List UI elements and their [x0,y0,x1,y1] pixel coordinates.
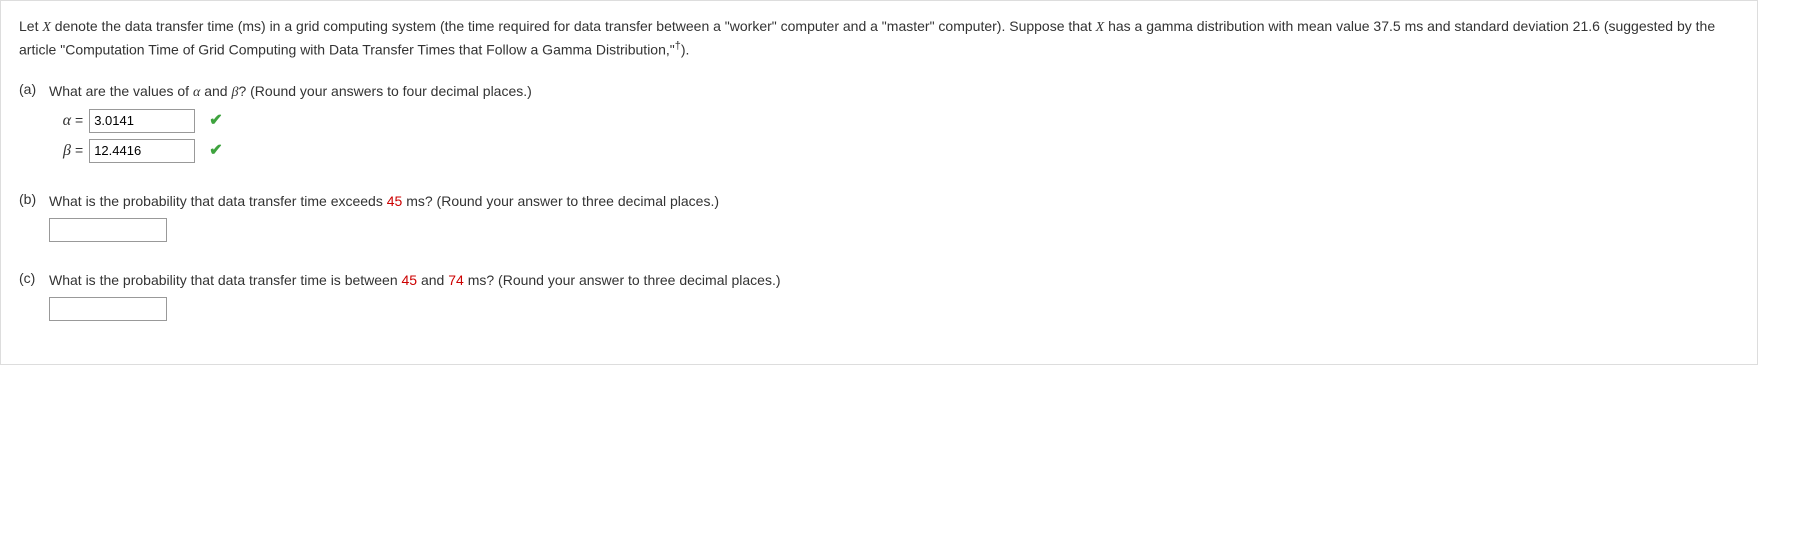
pa-text-3: ? (Round your answers to four decimal pl… [238,83,531,99]
pa-text-1: What are the values of [49,83,193,99]
part-c-input[interactable] [49,297,167,321]
problem-text-4: ). [681,42,690,58]
beta-label: β [49,139,71,163]
alpha-label: α [49,109,71,133]
problem-text-1: Let [19,18,42,34]
value-45b: 45 [402,272,418,288]
variable-x-2: X [1096,20,1105,35]
pb-text-2: ms? (Round your answer to three decimal … [402,193,719,209]
question-container: Let X denote the data transfer time (ms)… [0,0,1758,365]
part-c-label: (c) [19,270,49,286]
beta-input[interactable] [89,139,195,163]
part-b-label: (b) [19,191,49,207]
part-a: (a) What are the values of α and β ? (Rou… [19,81,1739,163]
part-b-question: What is the probability that data transf… [49,191,1739,242]
pb-text-1: What is the probability that data transf… [49,193,387,209]
part-a-question: What are the values of α and β ? (Round y… [49,81,1739,163]
part-a-label: (a) [19,81,49,97]
check-icon: ✔ [209,139,222,163]
pa-text-2: and [200,83,231,99]
value-74: 74 [448,272,464,288]
pc-text-3: ms? (Round your answer to three decimal … [464,272,781,288]
pc-text-1: What is the probability that data transf… [49,272,402,288]
value-45: 45 [387,193,403,209]
alpha-answer-row: α = ✔ [49,109,1739,133]
beta-answer-row: β = ✔ [49,139,1739,163]
alpha-input[interactable] [89,109,195,133]
problem-text-2: denote the data transfer time (ms) in a … [51,18,1096,34]
part-c-answer-row [49,297,1739,321]
variable-x: X [42,20,51,35]
part-c: (c) What is the probability that data tr… [19,270,1739,321]
problem-statement: Let X denote the data transfer time (ms)… [19,16,1739,61]
pc-text-2: and [417,272,448,288]
part-b-answer-row [49,218,1739,242]
part-c-question: What is the probability that data transf… [49,270,1739,321]
part-b-input[interactable] [49,218,167,242]
alpha-equals: = [75,110,83,131]
part-b: (b) What is the probability that data tr… [19,191,1739,242]
beta-equals: = [75,140,83,161]
check-icon: ✔ [209,109,222,133]
